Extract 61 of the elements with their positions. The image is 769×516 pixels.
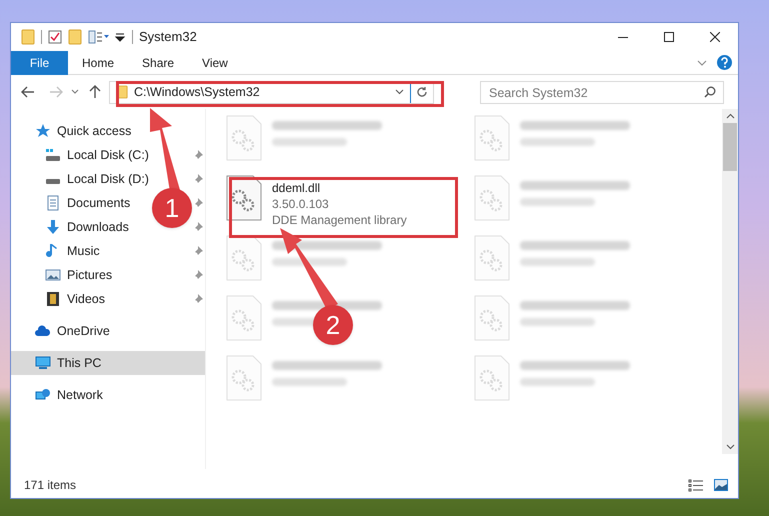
star-icon <box>35 123 51 139</box>
drive-icon <box>45 179 61 185</box>
window-title: System32 <box>139 28 197 46</box>
down-arrow-icon <box>45 219 61 235</box>
sidebar-item[interactable]: Pictures <box>45 266 112 284</box>
maximize-icon <box>664 32 674 42</box>
properties-icon[interactable] <box>88 30 110 44</box>
back-arrow-icon[interactable] <box>21 86 35 98</box>
pin-icon[interactable] <box>193 222 203 232</box>
sidebar-item[interactable]: Local Disk (D:) <box>45 170 149 188</box>
minimize-icon <box>618 36 628 38</box>
sidebar-item[interactable]: Local Disk (C:) <box>45 146 149 164</box>
drive-icon <box>45 147 61 163</box>
up-arrow-icon[interactable] <box>89 85 101 99</box>
sidebar-item[interactable]: OneDrive <box>35 322 110 340</box>
file-detail: DDE Management library <box>272 212 407 228</box>
sidebar-item[interactable]: Network <box>35 386 103 404</box>
pin-icon[interactable] <box>193 246 203 256</box>
checklist-icon[interactable] <box>48 30 62 44</box>
chevron-down-icon[interactable] <box>726 444 734 450</box>
sidebar-item[interactable]: Downloads <box>45 218 129 236</box>
cloud-icon <box>35 323 51 339</box>
chevron-down-icon[interactable] <box>395 89 404 95</box>
large-icons-view-icon[interactable] <box>714 479 728 491</box>
sidebar-item[interactable]: Quick access <box>35 122 132 140</box>
dropdown-icon[interactable] <box>114 31 126 43</box>
sidebar-item[interactable]: Documents <box>45 194 130 212</box>
sidebar-item[interactable]: Music <box>45 242 100 260</box>
search-icon[interactable] <box>704 86 716 98</box>
file-name: ddeml.dll <box>272 180 322 196</box>
folder-icon <box>21 29 35 45</box>
pin-icon[interactable] <box>193 150 203 160</box>
close-icon <box>710 32 720 42</box>
search-field[interactable]: Search System32 <box>480 81 724 104</box>
chevron-up-icon[interactable] <box>726 113 734 119</box>
details-view-icon[interactable] <box>688 478 704 492</box>
scrollbar[interactable] <box>722 109 738 454</box>
scrollbar-thumb[interactable] <box>723 123 737 171</box>
address-bar[interactable]: C:\Windows\System32 <box>109 80 434 104</box>
refresh-icon[interactable] <box>416 86 428 98</box>
monitor-icon <box>35 355 51 371</box>
ribbon-tab[interactable]: Share <box>128 50 188 74</box>
pin-icon[interactable] <box>193 270 203 280</box>
chevron-down-icon[interactable] <box>71 89 79 95</box>
document-icon <box>45 195 61 211</box>
picture-icon <box>45 267 61 283</box>
sidebar-item[interactable]: Videos <box>45 290 105 308</box>
pin-icon[interactable] <box>193 198 203 208</box>
file-detail: 3.50.0.103 <box>272 196 330 212</box>
file-tab[interactable]: File <box>11 50 68 74</box>
help-icon[interactable] <box>717 55 732 70</box>
address-path: C:\Windows\System32 <box>134 84 260 101</box>
pin-icon[interactable] <box>193 294 203 304</box>
pin-icon[interactable] <box>193 174 203 184</box>
item-count: 171 items <box>24 477 76 494</box>
ribbon-tab[interactable]: Home <box>68 50 128 74</box>
film-icon <box>45 291 61 307</box>
ribbon-tab[interactable]: View <box>188 50 242 74</box>
chevron-down-icon[interactable] <box>697 58 707 66</box>
folder-icon <box>68 29 82 45</box>
sidebar-item[interactable]: This PC <box>35 354 102 372</box>
